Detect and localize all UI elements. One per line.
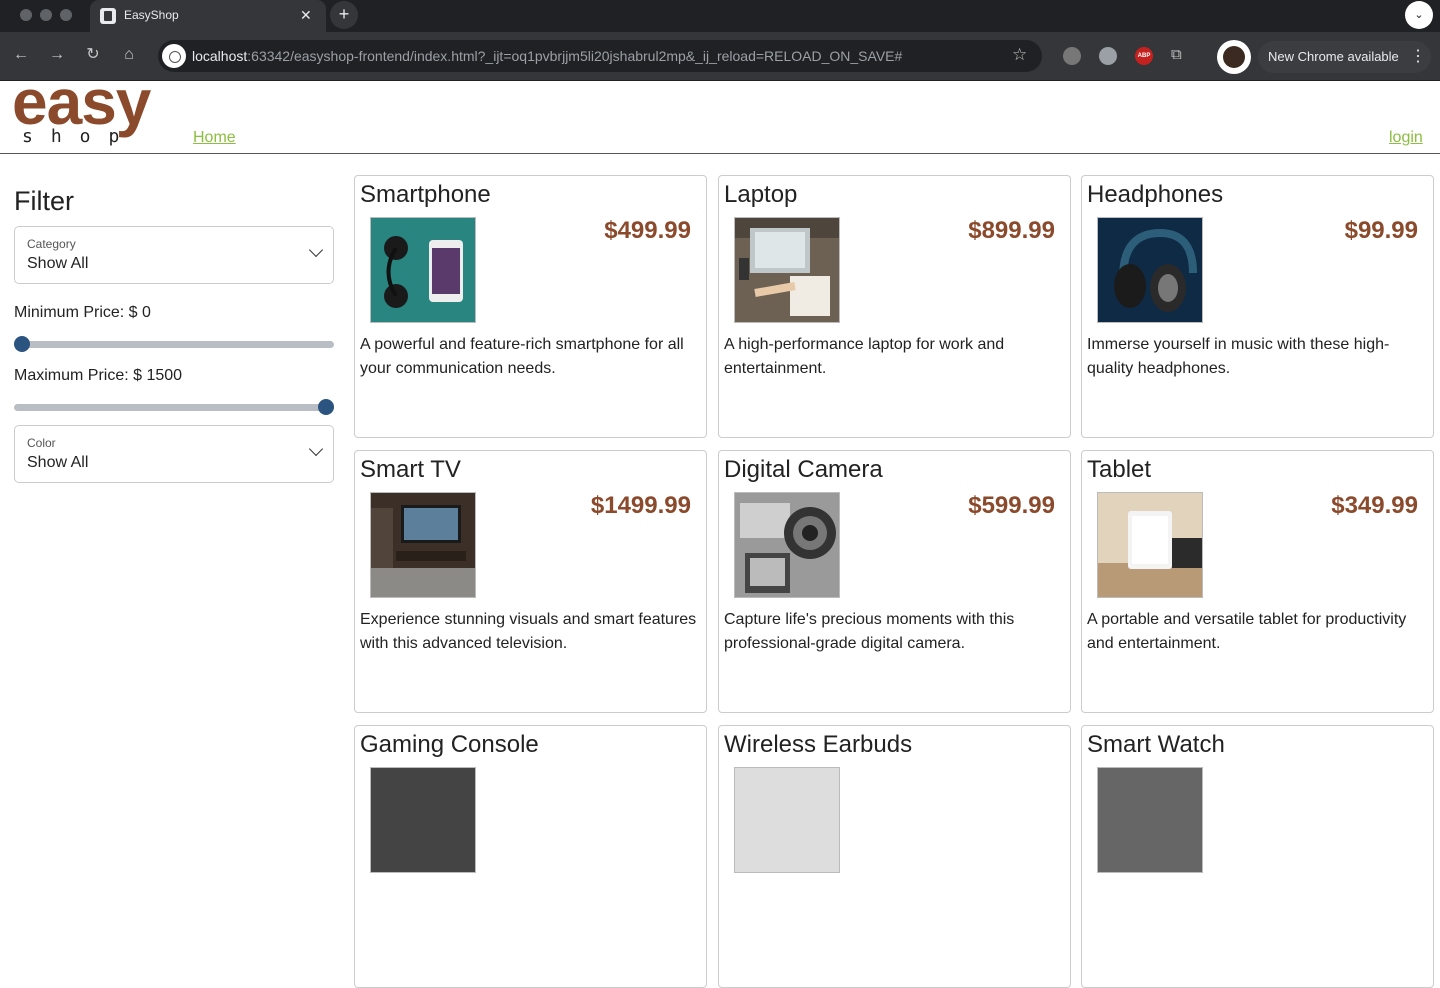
category-value: Show All	[27, 255, 89, 272]
category-label: Category	[27, 237, 76, 251]
site-info-icon[interactable]	[162, 44, 186, 68]
product-name: Digital Camera	[724, 456, 883, 483]
forward-arrow-icon[interactable]: →	[46, 44, 68, 66]
product-description: A powerful and feature-rich smartphone f…	[360, 336, 684, 377]
clock-extension-icon[interactable]	[1099, 47, 1117, 65]
product-card[interactable]: Wireless Earbuds	[718, 725, 1071, 988]
logo-shop-text: shop	[22, 126, 138, 147]
smart-watch-photo	[1097, 767, 1203, 873]
color-label: Color	[27, 436, 56, 450]
smartphone-photo	[370, 217, 476, 323]
product-price: $899.99	[968, 217, 1055, 244]
min-price-slider-thumb[interactable]	[14, 336, 30, 352]
product-description: A high-performance laptop for work and e…	[724, 336, 1005, 377]
product-description: A portable and versatile tablet for prod…	[1087, 611, 1407, 652]
product-card[interactable]: Laptop $899.99 A high-performance laptop…	[718, 175, 1071, 438]
close-window-button[interactable]	[20, 9, 32, 21]
product-name: Smart TV	[360, 456, 461, 483]
profile-avatar[interactable]	[1217, 40, 1251, 74]
back-arrow-icon[interactable]: ←	[10, 44, 32, 66]
color-select[interactable]: Color Show All	[14, 425, 334, 483]
product-name: Laptop	[724, 181, 798, 208]
tab-search-chevron-icon[interactable]: ⌄	[1405, 1, 1433, 29]
chevron-down-icon	[308, 441, 324, 457]
site-header: easy shop Home login	[0, 70, 1440, 154]
min-price-label: Minimum Price: $ 0	[14, 304, 151, 321]
new-tab-button[interactable]: +	[330, 1, 358, 29]
product-description: Immerse yourself in music with these hig…	[1087, 336, 1390, 377]
product-card[interactable]: Smart Watch	[1081, 725, 1434, 988]
page-favicon-icon	[100, 8, 116, 24]
earbuds-photo	[734, 767, 840, 873]
page-content: easy shop Home login Filter Category Sho…	[0, 70, 1440, 988]
tab-close-icon[interactable]: ✕	[300, 7, 312, 23]
product-card[interactable]: Smartphone $499.99 A powerful and featur…	[354, 175, 707, 438]
more-menu-icon[interactable]: ⋮	[1410, 46, 1426, 66]
browser-toolbar: ← → ↻ ⌂ localhost:63342/easyshop-fronten…	[0, 32, 1440, 81]
camera-photo	[734, 492, 840, 598]
product-description: Experience stunning visuals and smart fe…	[360, 611, 697, 652]
url-text[interactable]: localhost:63342/easyshop-frontend/index.…	[192, 48, 902, 64]
min-price-slider[interactable]	[14, 336, 334, 352]
gaming-console-photo	[370, 767, 476, 873]
max-price-slider[interactable]	[14, 399, 334, 415]
tab-title: EasyShop	[124, 8, 179, 22]
maximize-window-button[interactable]	[60, 9, 72, 21]
adblock-plus-icon[interactable]: ABP	[1135, 47, 1153, 65]
category-select[interactable]: Category Show All	[14, 226, 334, 284]
tablet-photo	[1097, 492, 1203, 598]
owl-extension-icon[interactable]	[1063, 47, 1081, 65]
address-bar[interactable]: localhost:63342/easyshop-frontend/index.…	[158, 40, 1042, 72]
minimize-window-button[interactable]	[40, 9, 52, 21]
product-card[interactable]: Smart TV $1499.99 Experience stunning vi…	[354, 450, 707, 713]
color-value: Show All	[27, 454, 89, 471]
product-name: Headphones	[1087, 181, 1224, 208]
product-card[interactable]: Headphones $99.99 Immerse yourself in mu…	[1081, 175, 1434, 438]
easyshop-logo[interactable]: easy shop	[12, 70, 182, 152]
product-name: Smart Watch	[1087, 731, 1225, 758]
laptop-photo	[734, 217, 840, 323]
max-price-label: Maximum Price: $ 1500	[14, 367, 183, 384]
product-name: Wireless Earbuds	[724, 731, 913, 758]
headphones-photo	[1097, 217, 1203, 323]
product-card[interactable]: Gaming Console	[354, 725, 707, 988]
product-price: $499.99	[604, 217, 691, 244]
nav-login-link[interactable]: login	[1389, 129, 1423, 147]
bookmark-star-icon[interactable]: ☆	[1012, 45, 1027, 65]
max-price-slider-thumb[interactable]	[318, 399, 334, 415]
browser-tab[interactable]: EasyShop ✕	[90, 0, 326, 32]
filter-title: Filter	[14, 186, 74, 216]
product-card[interactable]: Digital Camera $599.99 Capture life's pr…	[718, 450, 1071, 713]
product-price: $99.99	[1344, 217, 1418, 244]
browser-tab-bar: EasyShop ✕ + ⌄	[0, 0, 1440, 32]
product-price: $349.99	[1331, 492, 1418, 519]
nav-home-link[interactable]: Home	[193, 129, 236, 147]
product-description: Capture life's precious moments with thi…	[724, 611, 1015, 652]
product-name: Gaming Console	[360, 731, 539, 758]
home-icon[interactable]: ⌂	[118, 44, 140, 66]
reload-icon[interactable]: ↻	[82, 44, 104, 66]
product-name: Smartphone	[360, 181, 491, 208]
product-name: Tablet	[1087, 456, 1152, 483]
chevron-down-icon	[308, 242, 324, 258]
puzzle-icon[interactable]: ⧉	[1171, 46, 1182, 63]
product-price: $599.99	[968, 492, 1055, 519]
logo-easy-text: easy	[12, 66, 151, 138]
product-card[interactable]: Tablet $349.99 A portable and versatile …	[1081, 450, 1434, 713]
chrome-update-button[interactable]: New Chrome available	[1258, 41, 1431, 73]
smart-tv-photo	[370, 492, 476, 598]
product-price: $1499.99	[590, 492, 691, 519]
